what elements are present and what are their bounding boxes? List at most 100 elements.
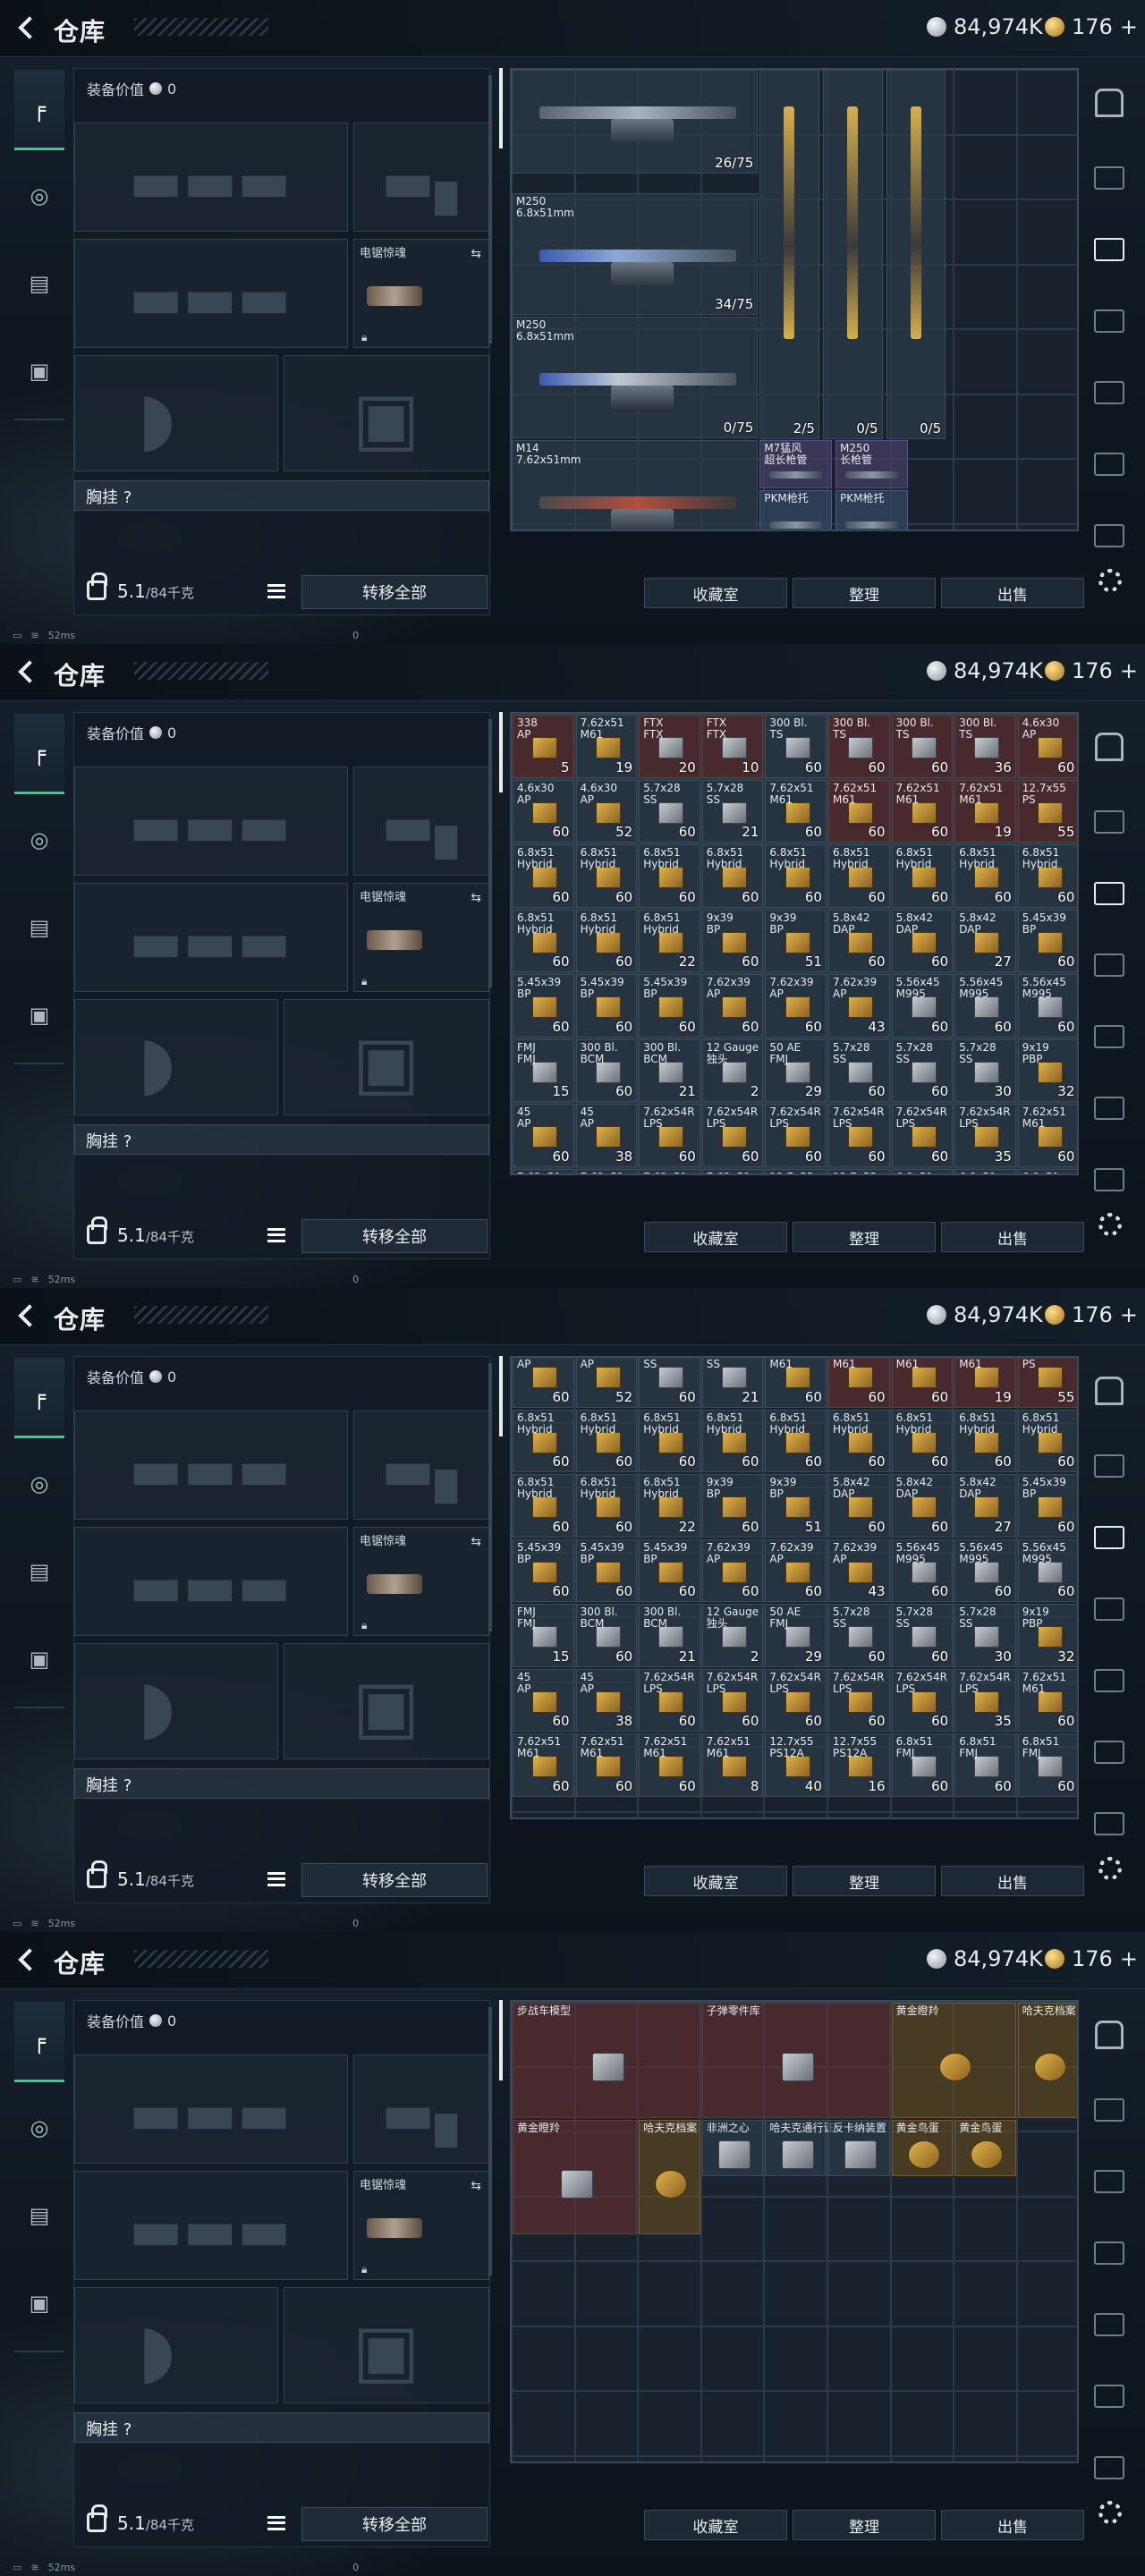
ammo-item[interactable]: 9x39 BP 60 [701, 1474, 764, 1538]
grid-cell[interactable] [1016, 2326, 1077, 2391]
ammo-item[interactable]: 5.8x42 DAP 60 [891, 909, 954, 972]
tab-weapons[interactable]: ╒ [14, 714, 64, 794]
grid-cell[interactable] [512, 2261, 575, 2326]
swap-icon[interactable]: ⇆ [471, 891, 481, 905]
ammo-item[interactable]: 5.7x28 SS 60 [828, 1038, 890, 1102]
ammo-item[interactable]: 50 AE FMJ 29 [765, 1604, 827, 1667]
cabinet-tab-1[interactable] [1084, 1433, 1134, 1499]
ammo-item[interactable]: 9x39 BP 51 [765, 1474, 827, 1538]
helmet-slot[interactable]: ◗ [74, 999, 278, 1115]
tab-armor[interactable]: ◎ [14, 156, 64, 236]
ammo-item[interactable]: 7.62x54R LPS 60 [765, 1104, 827, 1167]
sort-button[interactable]: 整理 [793, 1866, 936, 1896]
gold-currency[interactable]: 176 + [1045, 658, 1138, 683]
grid-cell[interactable] [1016, 1811, 1077, 1818]
ammo-item[interactable]: 45 AP 38 [575, 1668, 638, 1732]
ammo-item[interactable]: 5.45x39 BP 60 [575, 1538, 638, 1602]
melee-slot[interactable]: 电锯惊魂 ⇆ 🔒︎ [353, 2171, 489, 2280]
ammo-item[interactable]: 7.62x54R LPS 60 [639, 1104, 700, 1167]
cabinet-tab-1[interactable] [1084, 145, 1134, 211]
list-icon[interactable] [267, 2516, 285, 2530]
ammo-item[interactable]: 50 AE FMJ 29 [765, 1038, 827, 1102]
equipment-scrollbar[interactable] [488, 719, 492, 987]
collection-room-button[interactable]: 收藏室 [644, 2510, 787, 2540]
grid-cell[interactable] [954, 70, 1017, 135]
ammo-item[interactable]: 7.62x51 M6160 [513, 1168, 574, 1174]
cabinet-tab-3[interactable] [1084, 1576, 1134, 1642]
grid-cell[interactable] [574, 2326, 639, 2391]
ammo-item[interactable]: FMJ FMJ 15 [513, 1038, 574, 1102]
cabinet-tab-4[interactable] [1084, 2292, 1134, 2358]
archive-button[interactable] [1084, 70, 1134, 136]
ammo-item[interactable]: 7.62x51 M6160 [765, 1358, 827, 1408]
ammo-item[interactable]: 7.62x39 AP 43 [828, 974, 890, 1038]
transfer-all-button[interactable]: 转移全部 [301, 575, 488, 609]
ammo-item[interactable]: 7.62x39 AP 60 [765, 1538, 827, 1602]
ammo-item[interactable]: 7.62x51 M6160 [828, 779, 890, 843]
tab-vest[interactable]: ▤ [14, 1531, 64, 1612]
ammo-item[interactable]: 5.56x45 M995 60 [954, 974, 1016, 1038]
ammo-item[interactable]: 6.8x51 Hybrid 60 [575, 1474, 638, 1538]
lock-icon[interactable] [87, 2504, 107, 2532]
equipment-scrollbar[interactable] [488, 1363, 492, 1631]
grid-cell[interactable] [764, 2326, 827, 2391]
sell-button[interactable]: 出售 [941, 2510, 1084, 2540]
grid-cell[interactable] [1016, 394, 1077, 459]
lock-icon[interactable] [87, 1216, 107, 1244]
ammo-item[interactable]: 12.7x55 PS12A16 [828, 1733, 890, 1797]
weapon-item[interactable]: 26/75 [512, 70, 759, 174]
sniper-rifle-item[interactable]: 0/5 [886, 70, 946, 440]
ammo-item[interactable]: 6.8x51 Hybrid 60 [891, 844, 954, 908]
grid-cell[interactable] [954, 199, 1017, 265]
grid-cell[interactable] [827, 1811, 891, 1818]
ammo-item[interactable]: 7.62x54R LPS 60 [701, 1668, 764, 1732]
valuable-item[interactable]: 子弹零件库 [701, 2003, 890, 2118]
grid-cell[interactable] [827, 2326, 891, 2391]
stash-scrollbar[interactable] [499, 2000, 503, 2080]
ammo-item[interactable]: 4.6x30 AP 60 [1017, 715, 1077, 778]
ammo-item[interactable]: 338 AP 5 [513, 715, 574, 778]
grid-cell[interactable] [574, 2261, 639, 2326]
ammo-item[interactable]: 5.7x28 SS 21 [701, 1358, 764, 1408]
ammo-item[interactable]: 6.8x51 Hybrid 60 [513, 909, 574, 972]
equipment-scrollbar[interactable] [488, 75, 492, 343]
grid-cell[interactable] [1016, 199, 1077, 265]
grid-cell[interactable] [700, 2455, 765, 2462]
ammo-item[interactable]: 5.45x39 BP 60 [513, 1538, 574, 1602]
grid-cell[interactable] [638, 1811, 701, 1818]
back-arrow-icon[interactable] [16, 1946, 39, 1973]
ammo-item[interactable]: 6.8x51 Hybrid 60 [701, 1409, 764, 1472]
gold-add-button[interactable]: + [1120, 658, 1138, 683]
swap-icon[interactable]: ⇆ [471, 1535, 481, 1549]
weapon-item[interactable]: M250 6.8x51mm 0/75 [512, 317, 759, 438]
grid-cell[interactable] [827, 2391, 891, 2456]
list-icon[interactable] [267, 584, 285, 598]
ammo-item[interactable]: 5.7x28 SS 60 [639, 779, 700, 843]
sort-button[interactable]: 整理 [793, 578, 936, 608]
archive-button[interactable] [1084, 1358, 1134, 1424]
chest-rig-slot[interactable]: 胸挂 ? [74, 480, 489, 511]
ammo-item[interactable]: 5.7x28 SS 30 [954, 1038, 1016, 1102]
helmet-slot[interactable]: ◗ [74, 355, 278, 471]
ammo-item[interactable]: 12.7x55 PS12A16 [828, 1168, 890, 1174]
cabinet-tab-6[interactable] [1084, 1147, 1134, 1213]
grid-cell[interactable] [1016, 2196, 1077, 2261]
grid-cell[interactable] [890, 2196, 954, 2261]
grid-cell[interactable] [954, 1811, 1017, 1818]
secondary-weapon-slot[interactable]: ▬▬▬ [74, 1527, 348, 1636]
ammo-item[interactable]: 7.62x51 M61 19 [954, 779, 1016, 843]
grid-cell[interactable] [890, 2261, 954, 2326]
ammo-item[interactable]: 300 Bl. BCM 21 [639, 1604, 700, 1667]
settings-gear-icon[interactable] [1098, 2501, 1122, 2524]
collection-room-button[interactable]: 收藏室 [644, 578, 787, 608]
ammo-item[interactable]: 45 AP 38 [575, 1104, 638, 1167]
cabinet-tab-2[interactable] [1084, 1504, 1134, 1571]
ammo-item[interactable]: 6.8x51 Hybrid 60 [513, 1409, 574, 1472]
ammo-item[interactable]: 7.62x54R LPS 60 [639, 1668, 700, 1732]
grid-cell[interactable] [512, 2455, 575, 2462]
cabinet-tab-2[interactable] [1084, 2148, 1134, 2215]
ammo-item[interactable]: 5.7x28 SS 60 [639, 1358, 700, 1408]
ammo-item[interactable]: 6.8x51 Hybrid 60 [765, 844, 827, 908]
sniper-rifle-item[interactable]: 2/5 [759, 70, 819, 440]
cabinet-tab-1[interactable] [1084, 789, 1134, 855]
